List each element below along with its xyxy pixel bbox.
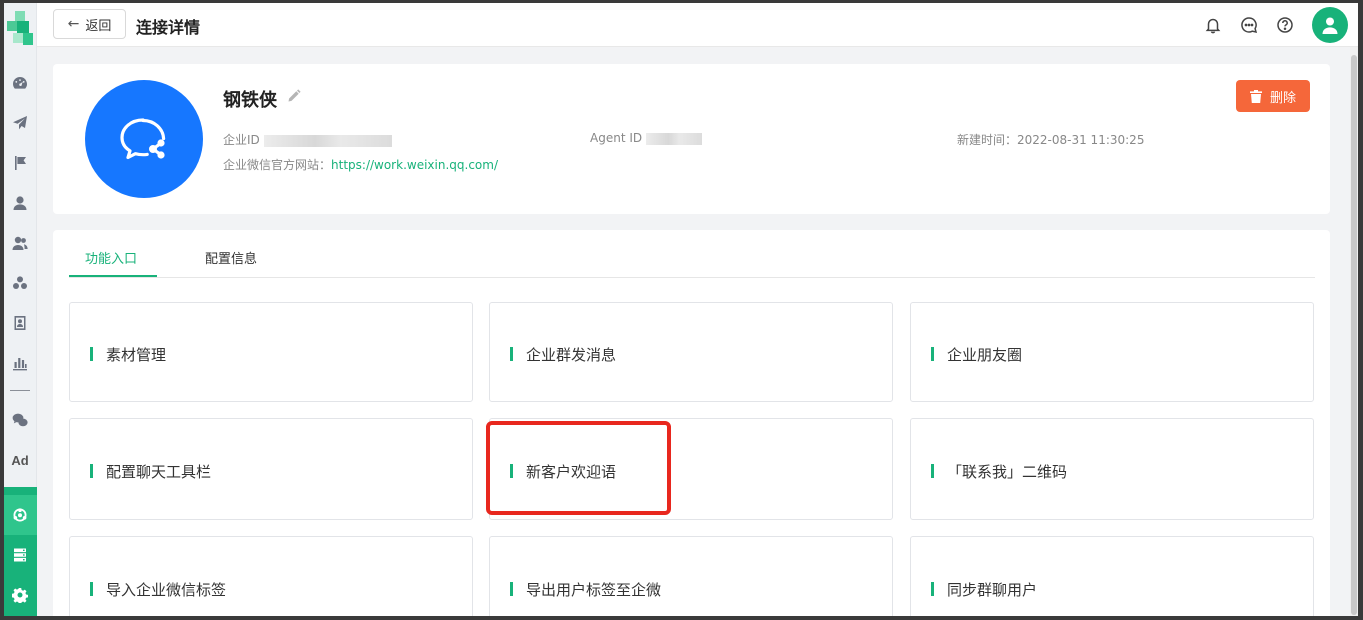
feature-card-label: 素材管理 <box>106 346 167 364</box>
agent-id-value-redacted <box>646 132 703 145</box>
tab-config-info[interactable]: 配置信息 <box>205 248 257 267</box>
card-accent-bar <box>90 464 93 478</box>
feature-card-label: 企业朋友圈 <box>947 346 1023 364</box>
ad-icon[interactable]: Ad <box>3 443 37 477</box>
wecom-logo-avatar <box>85 80 203 198</box>
corp-id-value-redacted <box>263 134 392 147</box>
active-tab-indicator <box>69 275 157 277</box>
connection-name: 钢铁侠 <box>223 90 277 111</box>
feature-card-label: 「联系我」二维码 <box>947 463 1068 481</box>
feature-card-label: 导入企业微信标签 <box>106 581 227 599</box>
highlight-box-annotation <box>486 421 671 515</box>
feature-card-import-tags[interactable]: 导入企业微信标签 <box>69 536 473 616</box>
server-icon[interactable] <box>3 538 37 572</box>
sidebar-ad-label: Ad <box>11 452 29 468</box>
feature-card-label: 配置聊天工具栏 <box>106 463 212 481</box>
dashboard-icon[interactable] <box>3 66 37 100</box>
edit-icon[interactable] <box>287 88 301 102</box>
feature-card-chat-toolbar[interactable]: 配置聊天工具栏 <box>69 418 473 520</box>
feature-card-label: 同步群聊用户 <box>947 581 1038 599</box>
official-site-field: 企业微信官方网站：https://work.weixin.qq.com/ <box>223 156 498 173</box>
corp-id-label: 企业ID <box>223 133 260 147</box>
feature-card-export-tags[interactable]: 导出用户标签至企微 <box>489 536 893 616</box>
agent-id-field: Agent ID <box>590 131 703 145</box>
group-icon[interactable] <box>3 266 37 300</box>
feature-card-moments[interactable]: 企业朋友圈 <box>910 302 1314 402</box>
back-button[interactable]: ← 返回 <box>53 9 126 39</box>
card-accent-bar <box>931 582 934 596</box>
sidebar-active-group <box>3 487 37 619</box>
feature-card-contact-qrcode[interactable]: 「联系我」二维码 <box>910 418 1314 520</box>
help-icon[interactable] <box>1275 15 1295 35</box>
feature-card-group-message[interactable]: 企业群发消息 <box>489 302 893 402</box>
contact-book-icon[interactable] <box>3 306 37 340</box>
page-scrollbar[interactable] <box>1350 47 1358 616</box>
bar-chart-icon[interactable] <box>3 346 37 380</box>
settings-icon[interactable] <box>3 578 37 612</box>
corp-id-field: 企业ID <box>223 131 392 148</box>
delete-button-label: 删除 <box>1269 90 1296 106</box>
delete-button[interactable]: 删除 <box>1236 80 1310 112</box>
card-accent-bar <box>510 582 513 596</box>
sidebar-divider <box>10 390 30 391</box>
bell-icon[interactable] <box>1203 15 1223 35</box>
feature-card-sync-group-users[interactable]: 同步群聊用户 <box>910 536 1314 616</box>
main-panel: 功能入口 配置信息 素材管理 企业群发消息 企业朋友圈 配置聊天工具栏 新客户欢… <box>53 230 1330 616</box>
sidebar: Ad <box>3 3 37 619</box>
feature-card-label: 企业群发消息 <box>526 346 617 364</box>
arrow-left-icon: ← <box>67 16 80 32</box>
send-icon[interactable] <box>3 106 37 140</box>
feature-card-label: 导出用户标签至企微 <box>526 581 662 599</box>
top-bar: ← 返回 连接详情 <box>37 3 1358 47</box>
page-title: 连接详情 <box>136 18 201 37</box>
card-accent-bar <box>90 582 93 596</box>
agent-id-label: Agent ID <box>590 131 643 145</box>
user-icon[interactable] <box>3 186 37 220</box>
official-site-link[interactable]: https://work.weixin.qq.com/ <box>331 158 498 172</box>
profile-card: 钢铁侠 企业ID Agent ID 新建时间：2022-08-31 11:30:… <box>53 64 1330 214</box>
users-icon[interactable] <box>3 226 37 260</box>
back-button-label: 返回 <box>85 18 112 34</box>
official-site-label: 企业微信官方网站： <box>223 158 332 172</box>
connection-icon[interactable] <box>3 498 37 532</box>
wechat-icon[interactable] <box>3 403 37 437</box>
tab-function-entry[interactable]: 功能入口 <box>85 248 137 267</box>
trash-icon <box>1249 89 1262 103</box>
chat-icon[interactable] <box>1239 15 1259 35</box>
created-time: 新建时间：2022-08-31 11:30:25 <box>957 133 1145 147</box>
feature-card-material[interactable]: 素材管理 <box>69 302 473 402</box>
flag-icon[interactable] <box>3 146 37 180</box>
scrollbar-thumb[interactable] <box>1351 55 1357 615</box>
app-logo[interactable] <box>7 11 33 51</box>
user-avatar-icon[interactable] <box>1312 7 1348 43</box>
tab-bar: 功能入口 配置信息 <box>69 230 1315 278</box>
card-accent-bar <box>931 464 934 478</box>
card-accent-bar <box>90 347 93 361</box>
card-accent-bar <box>931 347 934 361</box>
card-accent-bar <box>510 347 513 361</box>
